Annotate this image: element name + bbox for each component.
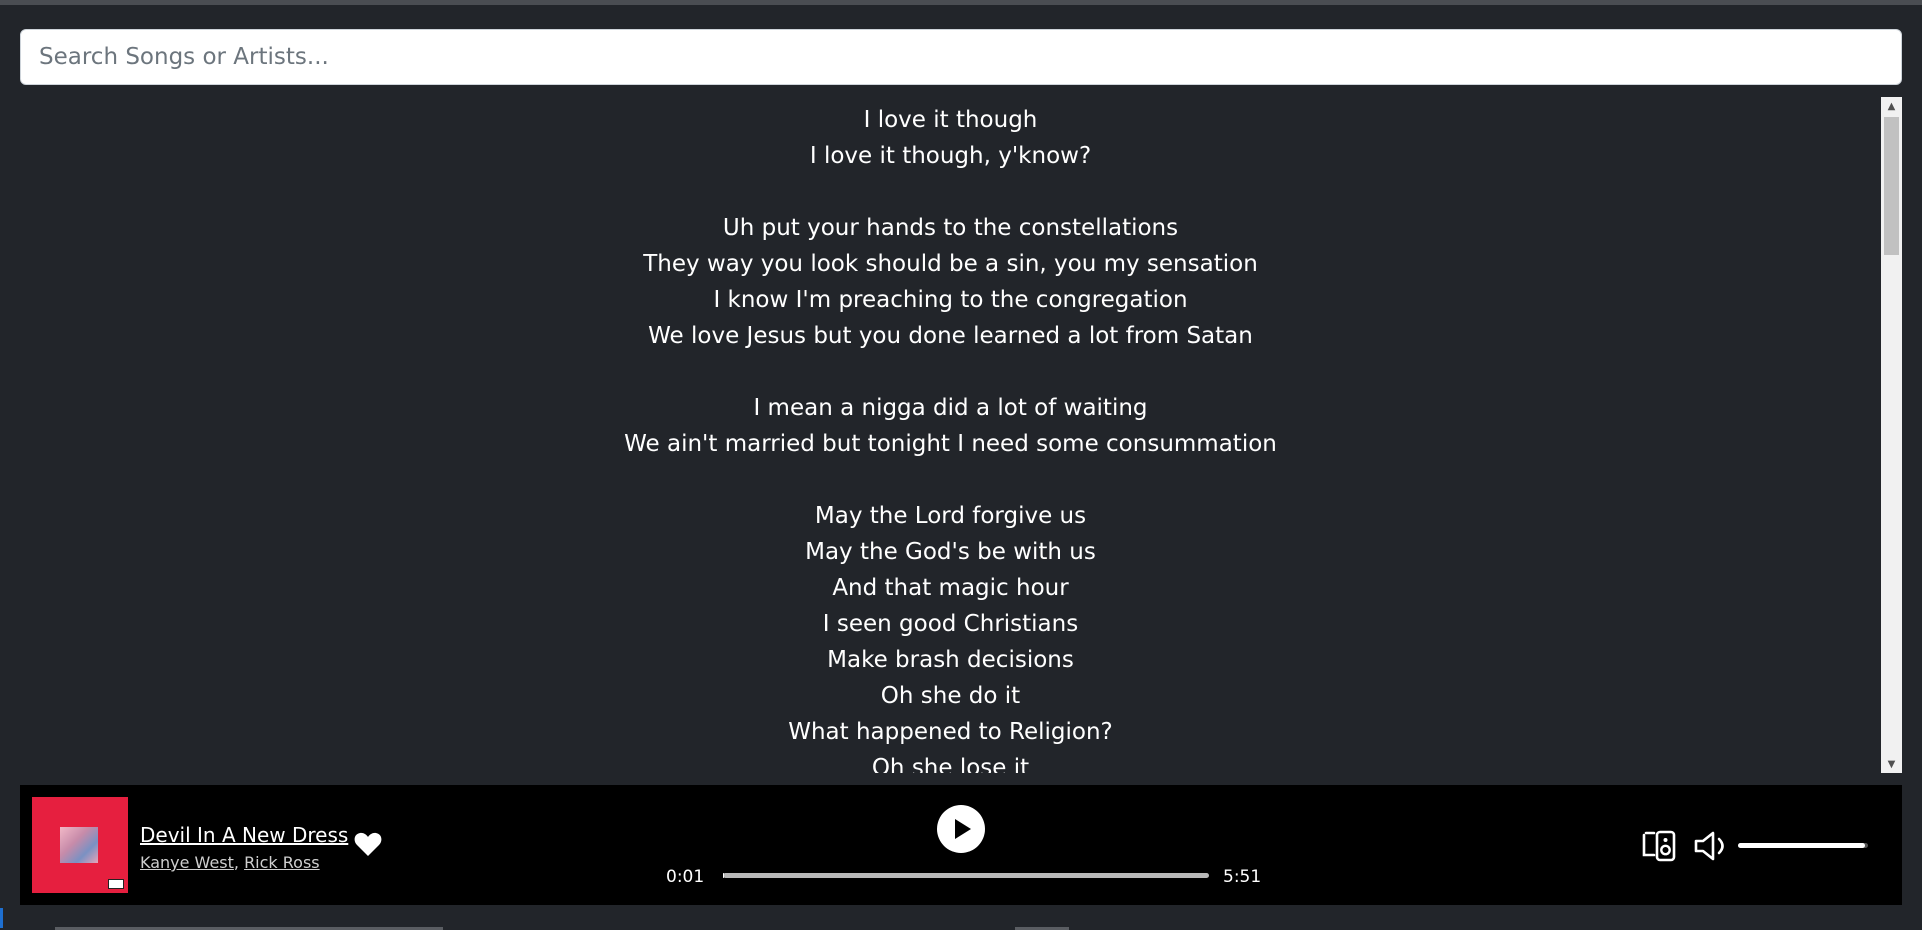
lyric-blank-line [20,354,1881,390]
lyric-line: Oh she do it [880,683,1021,709]
progress-fill [723,873,725,878]
album-art[interactable] [32,797,128,893]
window-top-edge [0,0,1922,5]
lyrics-list: I love it though I love it though, y'know… [20,97,1881,773]
player-bar: Devil In A New Dress Kanye West, Rick Ro… [20,785,1902,905]
heart-icon[interactable] [354,831,382,857]
lyric-line: Oh she lose it [871,755,1030,773]
scroll-thumb[interactable] [1884,117,1899,255]
lyrics-scrollbar[interactable]: ▲ ▼ [1881,97,1902,773]
artist-separator: , [233,853,245,872]
lyric-line: May the Lord forgive us [814,503,1087,529]
play-button[interactable] [937,805,985,853]
volume-slider[interactable] [1738,843,1868,848]
lyric-blank-line [20,174,1881,210]
lyric-line: We ain't married but tonight I need some… [624,431,1277,457]
volume-icon[interactable] [1693,829,1731,863]
lyric-line: Make brash decisions [827,647,1074,673]
artist-link[interactable]: Rick Ross [244,853,320,872]
artist-link[interactable]: Kanye West [140,853,234,872]
track-artists: Kanye West, Rick Ross [140,853,320,872]
lyric-line: I seen good Christians [822,611,1079,637]
lyric-line: We love Jesus but you done learned a lot… [648,323,1253,349]
scroll-down-arrow-icon[interactable]: ▼ [1881,755,1902,773]
lyric-line: And that magic hour [832,575,1069,601]
lyric-blank-line [20,462,1881,498]
track-title-link[interactable]: Devil In A New Dress [140,823,348,847]
lyrics-panel: I love it though I love it though, y'know… [20,97,1881,773]
time-total: 5:51 [1223,867,1262,887]
album-art-image [60,827,98,863]
window-edge-accent [0,908,3,928]
parental-advisory-badge [108,879,124,889]
lyric-line: I mean a nigga did a lot of waiting [753,395,1148,421]
time-elapsed: 0:01 [666,867,705,887]
connect-device-icon[interactable] [1640,829,1678,863]
lyric-line: I love it though [863,107,1038,133]
lyric-line: They way you look should be a sin, you m… [643,251,1258,277]
lyric-line: Uh put your hands to the constellations [722,215,1179,241]
volume-fill [1738,843,1866,848]
play-icon [955,819,971,839]
lyric-line: I know I'm preaching to the congregation [713,287,1188,313]
lyric-line: I love it though, y'know? [809,143,1092,169]
search-input[interactable] [20,29,1902,85]
lyric-line: What happened to Religion? [788,719,1113,745]
progress-bar[interactable] [723,873,1209,878]
lyric-line: May the God's be with us [805,539,1096,565]
scroll-up-arrow-icon[interactable]: ▲ [1881,97,1902,115]
